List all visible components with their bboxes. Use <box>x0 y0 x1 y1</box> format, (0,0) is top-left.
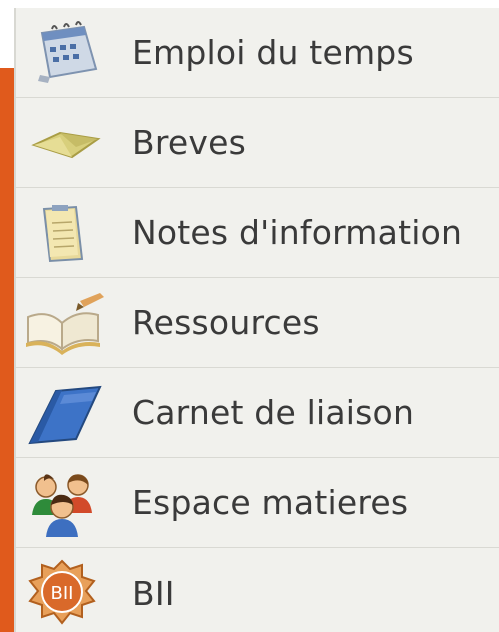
notebook-icon <box>20 377 106 449</box>
menu-item-notes-information[interactable]: Notes d'information <box>16 188 499 278</box>
menu-item-emploi-du-temps[interactable]: Emploi du temps <box>16 8 499 98</box>
envelope-icon <box>20 107 106 179</box>
accent-bar <box>0 68 14 632</box>
menu-item-label: BII <box>132 573 175 613</box>
notepad-icon <box>20 197 106 269</box>
menu-item-label: Carnet de liaison <box>132 393 415 432</box>
calendar-icon <box>20 17 106 89</box>
menu-item-bii[interactable]: BII BII <box>16 548 499 632</box>
menu-item-label: Breves <box>132 123 247 162</box>
people-icon <box>20 467 106 539</box>
navigation-menu: Emploi du temps Breves Notes d'informati… <box>14 8 499 632</box>
menu-item-label: Espace matieres <box>132 483 409 522</box>
menu-item-label: Emploi du temps <box>132 33 414 72</box>
menu-item-label: Ressources <box>132 303 320 342</box>
open-book-icon <box>20 287 106 359</box>
menu-item-breves[interactable]: Breves <box>16 98 499 188</box>
badge-icon: BII <box>20 557 106 629</box>
menu-item-espace-matieres[interactable]: Espace matieres <box>16 458 499 548</box>
menu-item-ressources[interactable]: Ressources <box>16 278 499 368</box>
menu-item-label: Notes d'information <box>132 213 463 252</box>
badge-text: BII <box>51 583 74 604</box>
menu-panel: Emploi du temps Breves Notes d'informati… <box>0 0 499 632</box>
menu-item-carnet-de-liaison[interactable]: Carnet de liaison <box>16 368 499 458</box>
